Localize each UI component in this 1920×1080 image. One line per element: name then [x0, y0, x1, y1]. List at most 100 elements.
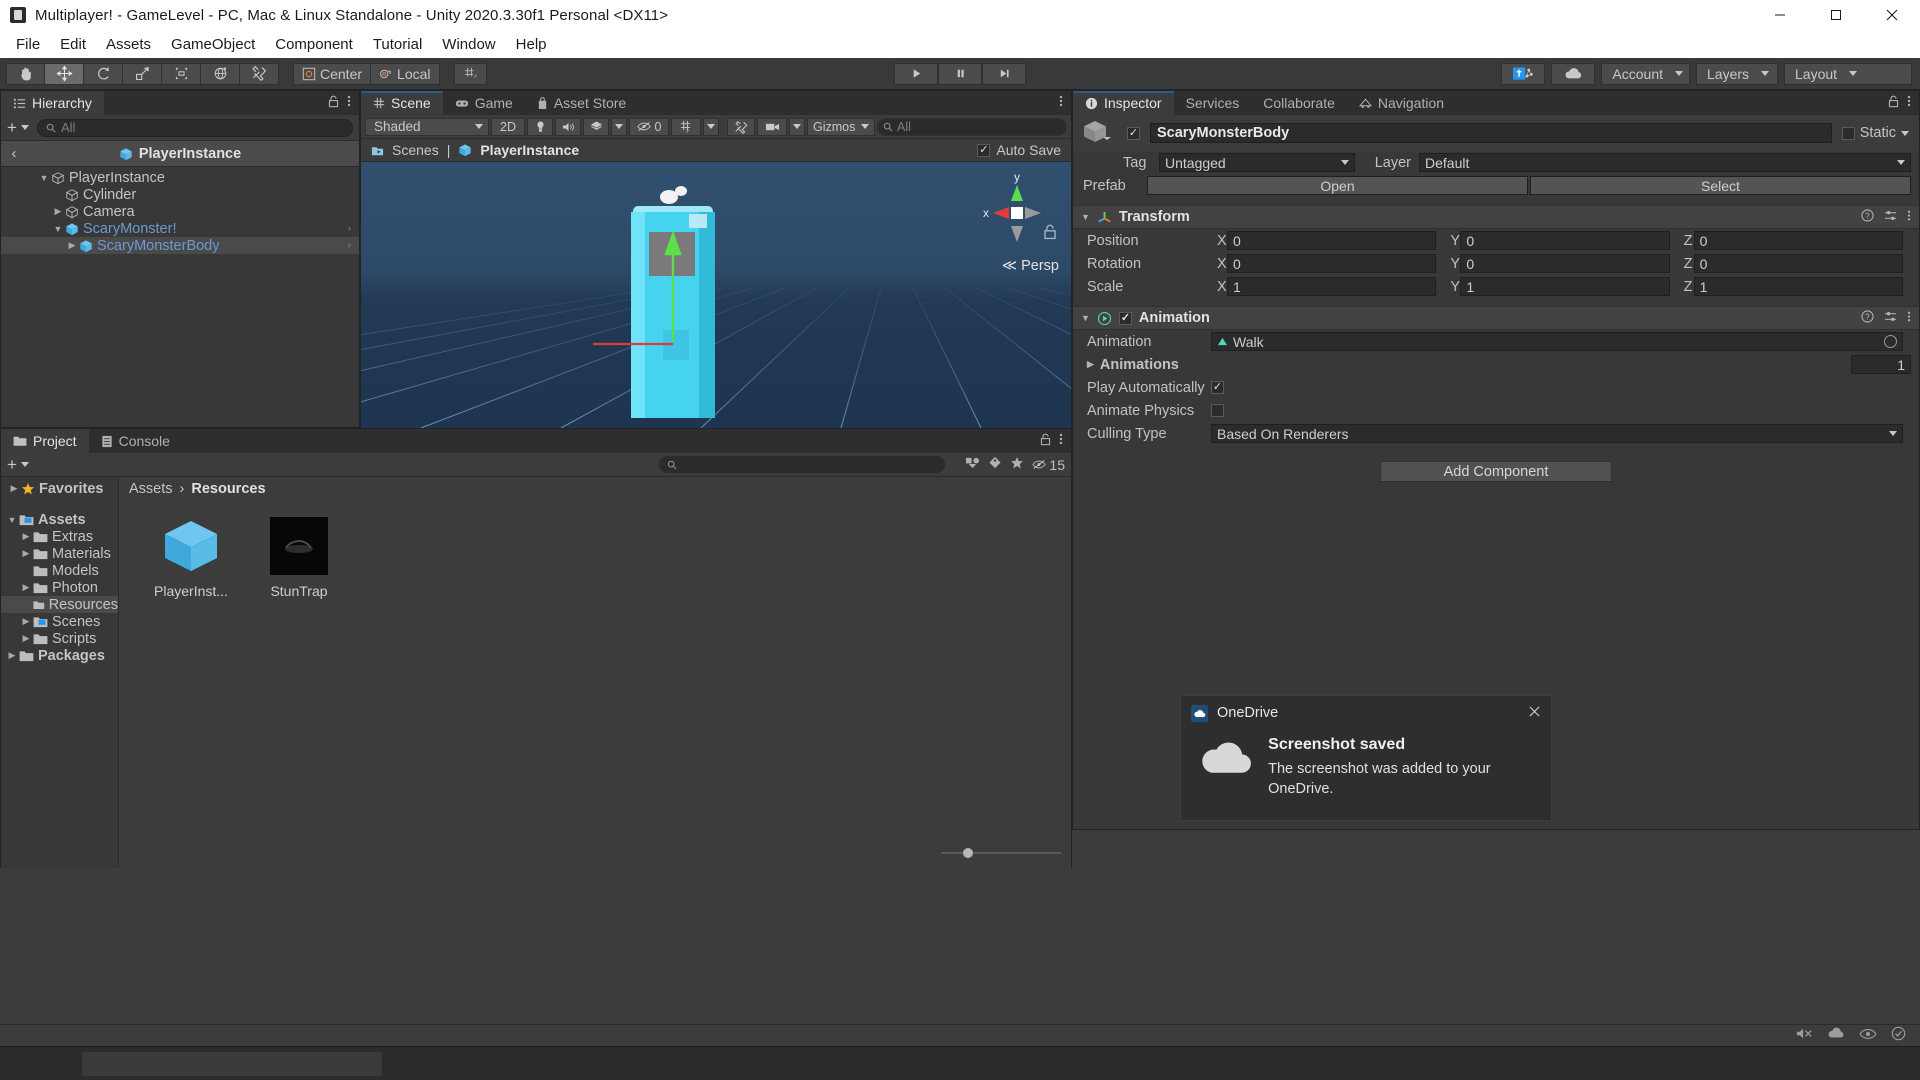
project-item-favorites[interactable]: ▶ Favorites — [1, 480, 118, 497]
position-x-input[interactable]: 0 — [1227, 231, 1437, 250]
menu-gameobject[interactable]: GameObject — [161, 33, 265, 56]
chevron-right-icon[interactable]: ▶ — [1087, 359, 1094, 370]
menu-edit[interactable]: Edit — [50, 33, 96, 56]
menu-window[interactable]: Window — [432, 33, 505, 56]
tab-scene[interactable]: Scene — [361, 91, 443, 115]
scene-breadcrumb-scenes[interactable]: Scenes — [392, 142, 439, 158]
lock-icon[interactable] — [1888, 95, 1899, 112]
component-menu-icon[interactable] — [1907, 209, 1911, 226]
toast-close-button[interactable] — [1528, 705, 1541, 722]
tab-asset-store[interactable]: Asset Store — [525, 91, 638, 115]
project-item-materials[interactable]: ▶ Materials — [1, 545, 118, 562]
scale-y-input[interactable]: 1 — [1460, 277, 1670, 296]
animation-enabled-checkbox[interactable] — [1118, 311, 1132, 325]
panel-menu-icon[interactable] — [1907, 94, 1911, 112]
scene-audio-button[interactable] — [555, 117, 581, 136]
component-menu-icon[interactable] — [1907, 310, 1911, 327]
project-item-photon[interactable]: ▶ Photon — [1, 579, 118, 596]
play-automatically-checkbox[interactable] — [1211, 381, 1224, 394]
tab-hierarchy[interactable]: Hierarchy — [1, 91, 104, 115]
scene-grid-button[interactable]: y — [671, 117, 701, 136]
chevron-right-icon[interactable]: › — [348, 240, 359, 251]
position-y-input[interactable]: 0 — [1460, 231, 1670, 250]
project-item-resources[interactable]: Resources — [1, 596, 118, 613]
menu-file[interactable]: File — [6, 33, 50, 56]
scene-search-input[interactable]: All — [877, 117, 1067, 136]
search-by-type-icon[interactable] — [965, 456, 980, 473]
hierarchy-add-button[interactable]: + — [7, 118, 29, 138]
help-icon[interactable]: ? — [1861, 208, 1874, 226]
grid-snap-button[interactable] — [453, 62, 487, 85]
scene-projection-label[interactable]: ≪ Persp — [1002, 258, 1059, 274]
status-check-icon[interactable] — [1891, 1026, 1906, 1045]
hierarchy-item-cylinder[interactable]: Cylinder — [1, 186, 359, 203]
asset-size-slider[interactable] — [941, 846, 1061, 860]
project-item-extras[interactable]: ▶ Extras — [1, 528, 118, 545]
panel-menu-icon[interactable] — [1059, 94, 1063, 112]
chevron-right-icon[interactable]: ▶ — [51, 206, 65, 217]
animate-physics-checkbox[interactable] — [1211, 404, 1224, 417]
chevron-right-icon[interactable]: ▶ — [5, 650, 19, 661]
tab-console[interactable]: Console — [89, 429, 182, 453]
lock-icon[interactable] — [328, 95, 339, 112]
scene-axis-gizmo[interactable]: y x — [977, 170, 1057, 256]
scene-tool-settings-button[interactable] — [727, 117, 755, 136]
tab-game[interactable]: Game — [443, 91, 525, 115]
project-item-assets[interactable]: ▼ Assets — [1, 511, 118, 528]
preset-icon[interactable] — [1884, 310, 1897, 327]
object-picker-icon[interactable] — [1884, 335, 1897, 348]
prefab-select-button[interactable]: Select — [1530, 176, 1911, 195]
rotation-y-input[interactable]: 0 — [1460, 254, 1670, 273]
layers-dropdown[interactable]: Layers — [1696, 62, 1778, 85]
object-name-input[interactable]: ScaryMonsterBody — [1150, 123, 1832, 143]
play-button[interactable] — [894, 62, 938, 85]
object-active-checkbox[interactable] — [1127, 126, 1140, 140]
toggle-2d-button[interactable]: 2D — [491, 117, 525, 136]
hierarchy-item-playerinstance[interactable]: ▼ PlayerInstance — [1, 169, 359, 186]
scale-tool-button[interactable] — [123, 62, 162, 85]
collab-button[interactable] — [1501, 62, 1546, 85]
chevron-right-icon[interactable]: ▶ — [19, 633, 33, 644]
menu-component[interactable]: Component — [265, 33, 363, 56]
gizmos-dropdown[interactable]: Gizmos — [807, 117, 875, 136]
rotate-tool-button[interactable] — [84, 62, 123, 85]
tab-navigation[interactable]: Navigation — [1347, 91, 1456, 115]
pivot-rotation-button[interactable]: Local — [371, 62, 440, 85]
close-button[interactable] — [1864, 0, 1920, 30]
hierarchy-item-camera[interactable]: ▶ Camera — [1, 203, 359, 220]
scene-fx-dropdown[interactable] — [611, 117, 627, 136]
tab-collaborate[interactable]: Collaborate — [1251, 91, 1347, 115]
layer-dropdown[interactable]: Default — [1419, 153, 1911, 172]
pivot-mode-button[interactable]: Center — [293, 62, 372, 85]
help-icon[interactable]: ? — [1861, 309, 1874, 327]
chevron-right-icon[interactable]: ▶ — [19, 531, 33, 542]
onedrive-notification[interactable]: OneDrive Screenshot saved The screenshot… — [1180, 695, 1552, 821]
pause-button[interactable] — [938, 62, 982, 85]
rotation-z-input[interactable]: 0 — [1693, 254, 1903, 273]
project-item-scenes[interactable]: ▶ Scenes — [1, 613, 118, 630]
panel-menu-icon[interactable] — [1059, 432, 1063, 450]
component-header-animation[interactable]: ▼ Animation ? — [1073, 306, 1919, 330]
step-button[interactable] — [982, 62, 1026, 85]
component-header-transform[interactable]: ▼ Transform ? — [1073, 205, 1919, 229]
chevron-down-icon[interactable]: ▼ — [51, 224, 65, 234]
taskbar-search-box[interactable] — [82, 1052, 382, 1076]
breadcrumb-assets[interactable]: Assets — [129, 481, 173, 497]
rotation-x-input[interactable]: 0 — [1227, 254, 1437, 273]
status-mute-icon[interactable] — [1796, 1027, 1813, 1044]
project-add-button[interactable]: + — [7, 455, 29, 475]
add-component-button[interactable]: Add Component — [1380, 461, 1612, 482]
tab-services[interactable]: Services — [1174, 91, 1252, 115]
chevron-down-icon[interactable]: ▼ — [37, 173, 51, 183]
menu-tutorial[interactable]: Tutorial — [363, 33, 432, 56]
chevron-right-icon[interactable]: ▶ — [7, 483, 21, 494]
scene-camera-button[interactable] — [757, 117, 787, 136]
lock-icon[interactable] — [1040, 433, 1051, 450]
layout-dropdown[interactable]: Layout — [1784, 62, 1912, 85]
scene-visibility-button[interactable]: 0 — [629, 117, 669, 136]
chevron-right-icon[interactable]: ▶ — [19, 582, 33, 593]
animations-size-input[interactable]: 1 — [1851, 355, 1911, 374]
search-by-label-icon[interactable] — [988, 456, 1002, 473]
move-tool-button[interactable] — [45, 62, 84, 85]
project-search-input[interactable] — [658, 456, 946, 473]
